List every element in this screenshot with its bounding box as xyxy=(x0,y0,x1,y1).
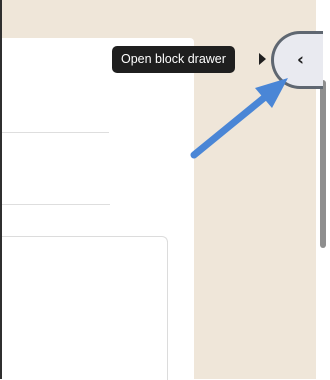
tooltip: Open block drawer xyxy=(112,46,235,73)
content-divider xyxy=(2,204,110,205)
content-divider xyxy=(2,132,109,133)
open-block-drawer-button[interactable]: ‹ xyxy=(271,31,323,89)
content-block-panel xyxy=(2,236,168,380)
scrollbar-thumb[interactable] xyxy=(320,80,326,248)
chevron-left-icon: ‹ xyxy=(296,49,304,70)
tooltip-arrow xyxy=(259,53,266,65)
